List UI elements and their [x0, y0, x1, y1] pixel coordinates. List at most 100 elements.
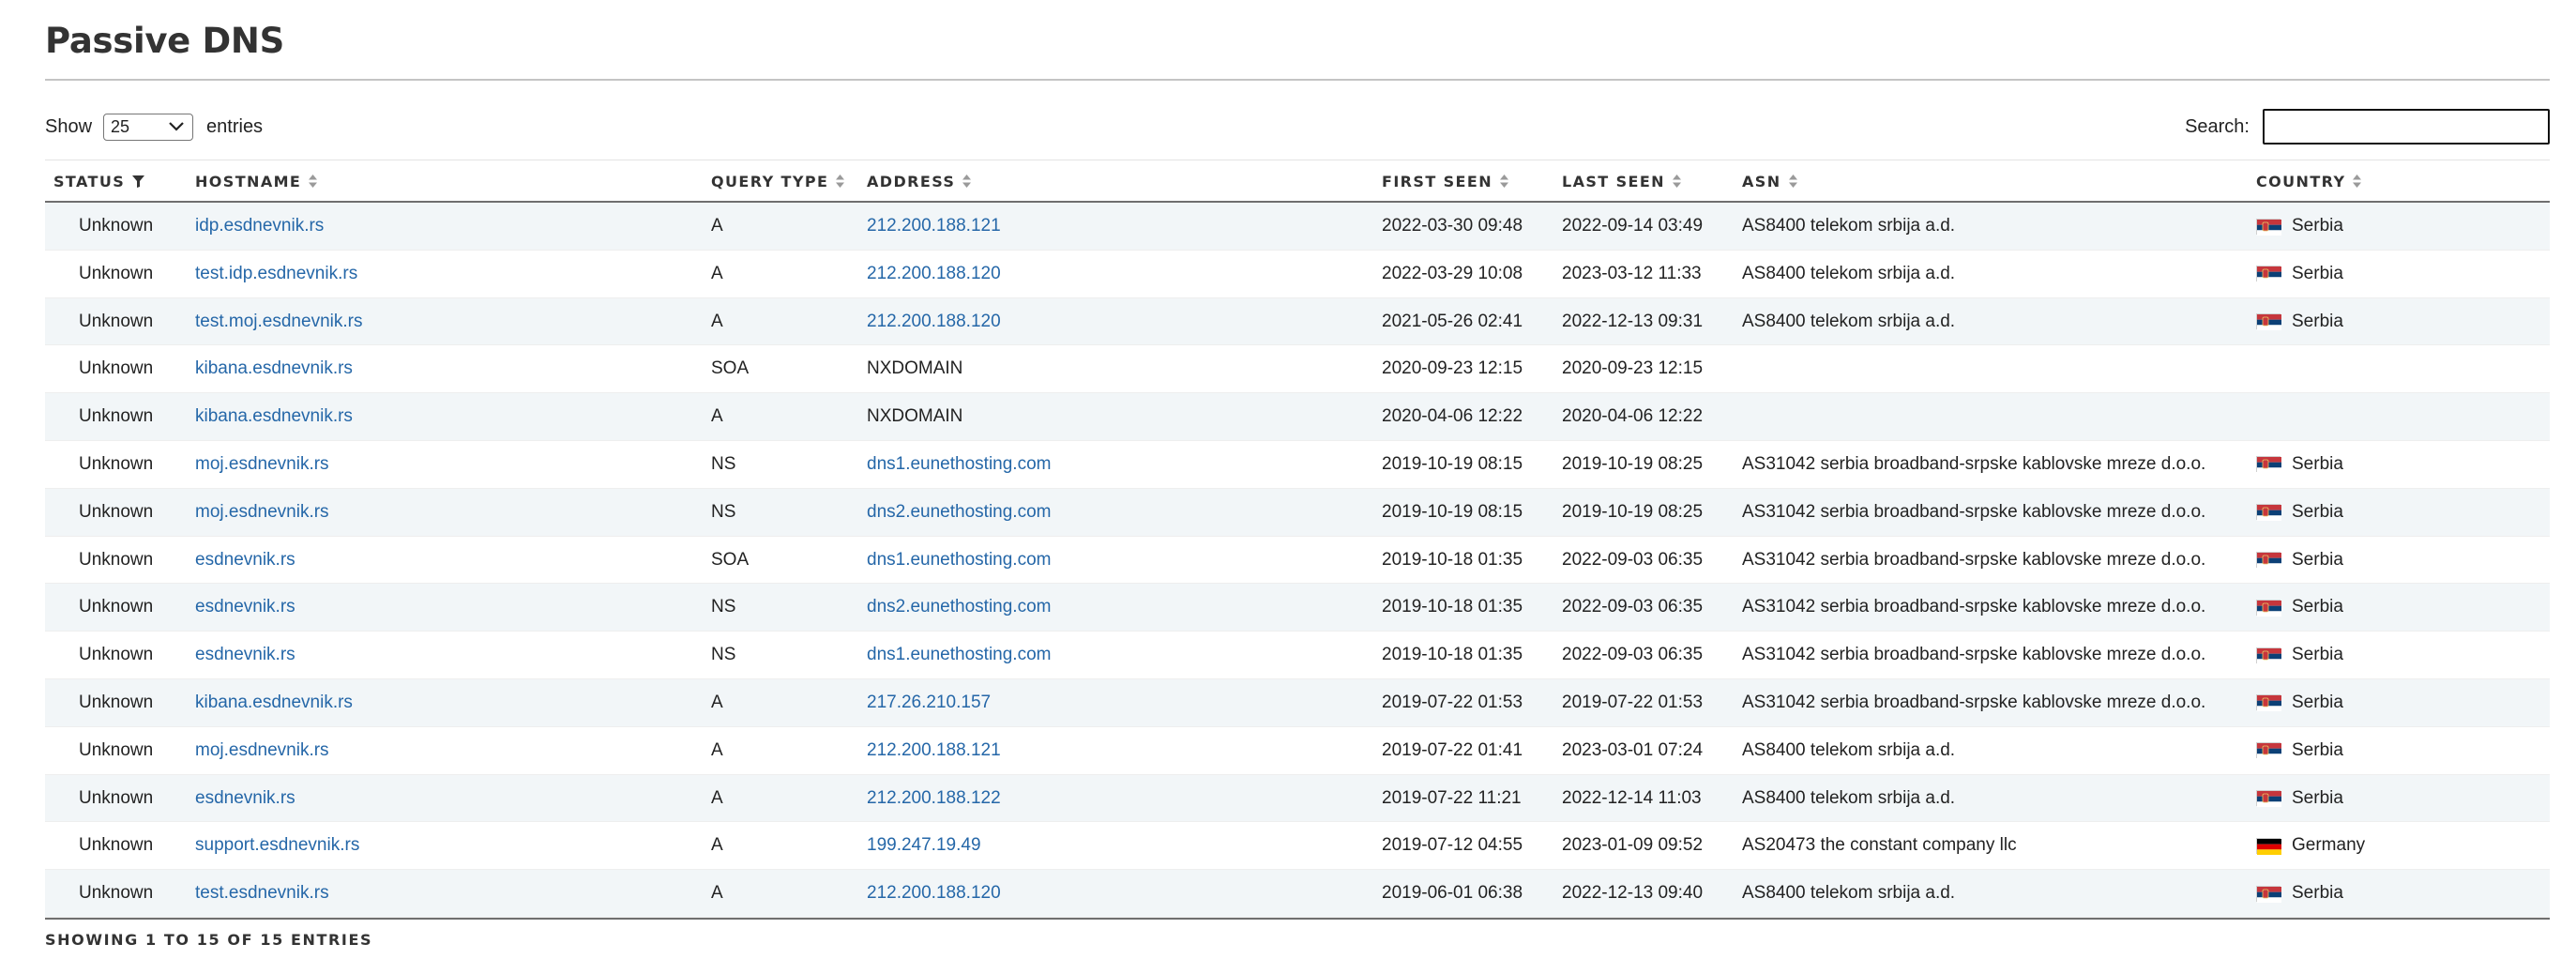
country-cell: Serbia [2256, 632, 2343, 678]
first-seen-cell: 2022-03-29 10:08 [1382, 263, 1523, 283]
query-type-cell: NS [711, 645, 736, 665]
column-header-country[interactable]: COUNTRY [2256, 160, 2362, 202]
address-link[interactable]: 212.200.188.121 [867, 203, 1001, 250]
hostname-link[interactable]: esdnevnik.rs [195, 584, 295, 631]
first-seen-cell: 2019-07-22 01:41 [1382, 739, 1523, 760]
last-seen-cell: 2022-09-03 06:35 [1562, 597, 1704, 617]
address-link[interactable]: 212.200.188.121 [867, 727, 1001, 774]
last-seen-cell: 2020-09-23 12:15 [1562, 358, 1704, 379]
query-type-cell: SOA [711, 549, 750, 570]
column-header-status[interactable]: STATUS [53, 160, 194, 202]
address-link[interactable]: dns2.eunethosting.com [867, 584, 1051, 631]
table-row: Unknown moj.esdnevnik.rs A 212.200.188.121 2… [45, 726, 2550, 775]
column-header-label: LAST SEEN [1562, 172, 1665, 190]
address-cell: NXDOMAIN [867, 358, 963, 379]
country-cell: Serbia [2256, 203, 2343, 250]
column-header-asn[interactable]: ASN [1742, 160, 1797, 202]
hostname-link[interactable]: moj.esdnevnik.rs [195, 727, 329, 774]
query-type-cell: A [711, 692, 723, 712]
table-row: Unknown esdnevnik.rs A 212.200.188.122 2019-… [45, 774, 2550, 823]
column-header-first-seen[interactable]: FIRST SEEN [1382, 160, 1508, 202]
serbia-flag-icon [2256, 218, 2281, 236]
search-input[interactable] [2263, 109, 2550, 145]
asn-cell: AS31042 serbia broadband-srpske kablovsk… [1742, 549, 2206, 570]
address-link[interactable]: dns1.eunethosting.com [867, 632, 1051, 678]
last-seen-cell: 2020-04-06 12:22 [1562, 406, 1704, 427]
column-header-label: COUNTRY [2256, 172, 2346, 190]
address-link[interactable]: 199.247.19.49 [867, 822, 981, 869]
serbia-flag-icon [2256, 599, 2281, 616]
asn-cell: AS8400 telekom srbija a.d. [1742, 739, 1956, 760]
last-seen-cell: 2023-03-12 11:33 [1562, 263, 1702, 283]
country-name: Serbia [2292, 883, 2343, 904]
column-header-label: ASN [1742, 172, 1781, 190]
query-type-cell: A [711, 311, 723, 331]
hostname-link[interactable]: esdnevnik.rs [195, 775, 295, 822]
address-link[interactable]: 212.200.188.120 [867, 870, 1001, 917]
asn-cell: AS31042 serbia broadband-srpske kablovsk… [1742, 692, 2206, 712]
serbia-flag-icon [2256, 552, 2281, 570]
serbia-flag-icon [2256, 313, 2281, 331]
hostname-link[interactable]: moj.esdnevnik.rs [195, 489, 329, 536]
table-row: Unknown test.moj.esdnevnik.rs A 212.200.188… [45, 297, 2550, 346]
hostname-link[interactable]: support.esdnevnik.rs [195, 822, 359, 869]
query-type-cell: A [711, 216, 723, 236]
column-header-address[interactable]: ADDRESS [867, 160, 972, 202]
hostname-link[interactable]: moj.esdnevnik.rs [195, 441, 329, 488]
address-link[interactable]: dns2.eunethosting.com [867, 489, 1051, 536]
hostname-link[interactable]: kibana.esdnevnik.rs [195, 393, 353, 440]
address-link[interactable]: 217.26.210.157 [867, 679, 991, 726]
column-header-label: STATUS [53, 172, 126, 190]
column-header-query-type[interactable]: QUERY TYPE [711, 160, 845, 202]
first-seen-cell: 2021-05-26 02:41 [1382, 311, 1523, 331]
country-cell: Serbia [2256, 489, 2343, 536]
hostname-link[interactable]: test.esdnevnik.rs [195, 870, 329, 917]
table-row: Unknown idp.esdnevnik.rs A 212.200.188.121 2… [45, 203, 2550, 251]
last-seen-cell: 2022-12-14 11:03 [1562, 787, 1702, 808]
asn-cell: AS8400 telekom srbija a.d. [1742, 216, 1956, 236]
country-name: Serbia [2292, 645, 2343, 665]
sort-icon [1788, 175, 1797, 188]
asn-cell: AS31042 serbia broadband-srpske kablovsk… [1742, 501, 2206, 522]
first-seen-cell: 2019-10-19 08:15 [1382, 453, 1523, 474]
germany-flag-icon [2256, 837, 2281, 855]
hostname-link[interactable]: kibana.esdnevnik.rs [195, 679, 353, 726]
table-bottom-rule [45, 917, 2550, 920]
column-header-hostname[interactable]: HOSTNAME [195, 160, 318, 202]
query-type-cell: NS [711, 501, 736, 522]
show-label: Show [45, 115, 93, 137]
page-title: Passive DNS [45, 21, 284, 61]
query-type-cell: NS [711, 597, 736, 617]
serbia-flag-icon [2256, 456, 2281, 474]
hostname-link[interactable]: esdnevnik.rs [195, 537, 295, 584]
first-seen-cell: 2019-06-01 06:38 [1382, 883, 1523, 904]
entries-per-page-select[interactable]: 25 [103, 113, 194, 141]
address-link[interactable]: 212.200.188.120 [867, 251, 1001, 297]
hostname-link[interactable]: test.moj.esdnevnik.rs [195, 298, 362, 345]
first-seen-cell: 2019-10-18 01:35 [1382, 549, 1523, 570]
sort-icon [836, 175, 845, 188]
table-row: Unknown esdnevnik.rs NS dns1.eunethosting.c… [45, 632, 2550, 679]
serbia-flag-icon [2256, 647, 2281, 664]
last-seen-cell: 2019-10-19 08:25 [1562, 453, 1704, 474]
first-seen-cell: 2019-10-18 01:35 [1382, 597, 1523, 617]
column-header-last-seen[interactable]: LAST SEEN [1562, 160, 1681, 202]
country-name: Serbia [2292, 216, 2343, 236]
asn-cell: AS31042 serbia broadband-srpske kablovsk… [1742, 597, 2206, 617]
country-cell: Serbia [2256, 537, 2343, 584]
last-seen-cell: 2019-10-19 08:25 [1562, 501, 1704, 522]
address-link[interactable]: 212.200.188.122 [867, 775, 1001, 822]
table-search-control: Search: [2185, 109, 2550, 145]
asn-cell: AS20473 the constant company llc [1742, 835, 2017, 856]
address-link[interactable]: 212.200.188.120 [867, 298, 1001, 345]
hostname-link[interactable]: test.idp.esdnevnik.rs [195, 251, 357, 297]
first-seen-cell: 2022-03-30 09:48 [1382, 216, 1523, 236]
hostname-link[interactable]: esdnevnik.rs [195, 632, 295, 678]
table-header: STATUS HOSTNAME QUERY TYPE ADDRESS FIRST SEE… [45, 160, 2550, 203]
country-cell: Serbia [2256, 584, 2343, 631]
column-header-label: QUERY TYPE [711, 172, 829, 190]
address-link[interactable]: dns1.eunethosting.com [867, 537, 1051, 584]
hostname-link[interactable]: kibana.esdnevnik.rs [195, 345, 353, 392]
hostname-link[interactable]: idp.esdnevnik.rs [195, 203, 324, 250]
address-link[interactable]: dns1.eunethosting.com [867, 441, 1051, 488]
